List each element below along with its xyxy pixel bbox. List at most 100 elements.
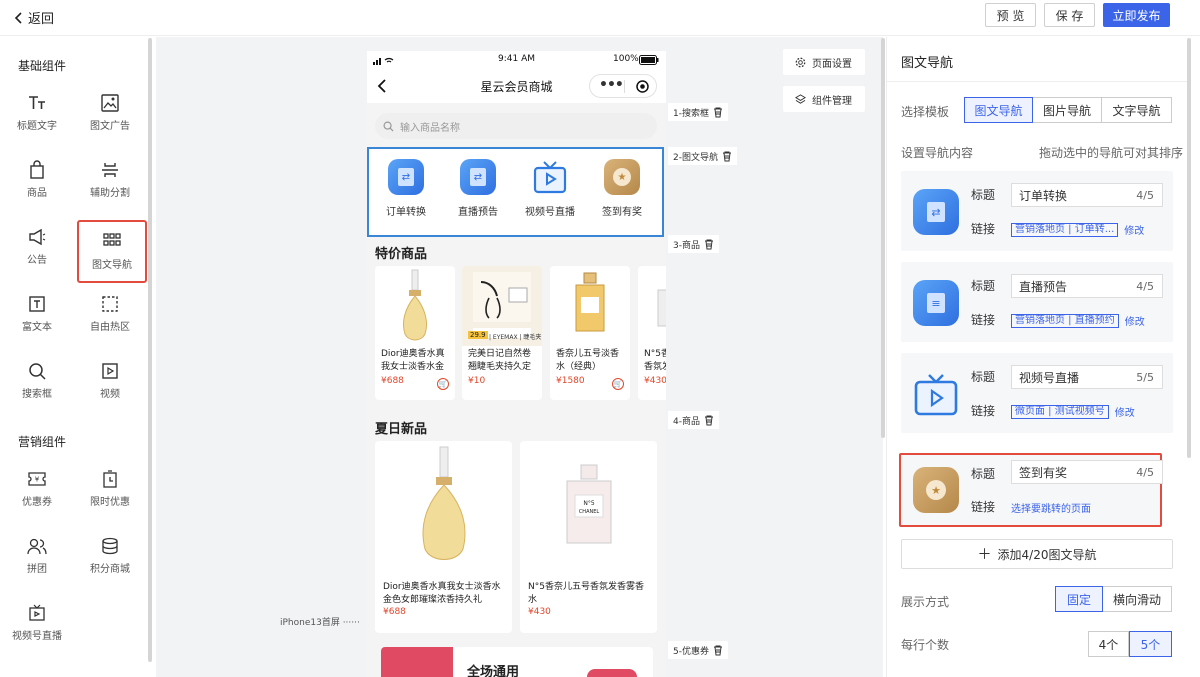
component-label: 标题文字: [17, 121, 57, 132]
canvas-scrollbar[interactable]: [881, 38, 885, 438]
nav-title-value: 订单转换: [1019, 188, 1068, 203]
component-image-ad[interactable]: 图文广告: [75, 83, 145, 145]
component-search-box[interactable]: 搜索框: [2, 351, 72, 413]
block-label-goods-2[interactable]: 4-商品: [668, 411, 719, 429]
trash-icon[interactable]: [704, 415, 714, 426]
link-key: 链接: [971, 404, 996, 418]
svg-text:N°5: N°5: [583, 500, 594, 507]
block-label-search[interactable]: 1-搜索框: [668, 103, 728, 121]
link-tag[interactable]: 营销落地页 | 直播预约: [1011, 313, 1119, 328]
component-coupon[interactable]: ¥ 优惠券: [2, 459, 72, 521]
top-bar: 返回 预 览 保 存 立即发布: [0, 0, 1200, 36]
block-label-text: 1-搜索框: [673, 108, 709, 119]
live-preview-icon[interactable]: ≡: [913, 280, 959, 326]
trash-icon[interactable]: [713, 107, 723, 118]
component-limited-offer[interactable]: 限时优惠: [75, 459, 145, 521]
component-points-mall[interactable]: 积分商城: [75, 526, 145, 588]
nav-config-item[interactable]: ≡ 标题 直播预告 4/5 链接 营销落地页 | 直播预约 修改: [901, 262, 1173, 342]
block-label-image-nav[interactable]: 2-图文导航: [668, 147, 737, 165]
product-card[interactable]: N°5香香氛发 ¥430: [638, 266, 666, 400]
component-goods[interactable]: 商品: [2, 150, 72, 212]
nav-config-item[interactable]: 标题 视频号直播 5/5 链接 微页面 | 测试视频号 修改: [901, 353, 1173, 433]
component-manage-button[interactable]: 组件管理: [783, 86, 865, 112]
product-card-large[interactable]: Dior迪奥香水真我女士淡香水金色女郎璀璨浓香持久礼 ¥688: [375, 441, 512, 633]
component-rich-text[interactable]: 富文本: [2, 284, 72, 346]
title-key: 标题: [971, 370, 996, 384]
add-nav-button[interactable]: ＋ 添加4/20图文导航: [901, 539, 1173, 569]
product-card-large[interactable]: N°5 CHANEL N°5香奈儿五号香氛发香雾香水 ¥430: [520, 441, 657, 633]
nav-title-input[interactable]: 视频号直播 5/5: [1011, 365, 1163, 389]
cart-icon[interactable]: 🛒: [437, 378, 449, 390]
trash-icon[interactable]: [713, 645, 723, 656]
nav-title-input[interactable]: 签到有奖 4/5: [1011, 460, 1163, 484]
product-name: 完美日记自然卷翘睫毛夹持久定: [468, 349, 532, 372]
template-option-image-nav[interactable]: 图文导航: [964, 97, 1033, 123]
property-panel: 图文导航 选择模板 图文导航 图片导航 文字导航 设置导航内容 拖动选中的导航可…: [886, 37, 1187, 677]
battery-icon: [639, 55, 659, 65]
template-option-text-nav[interactable]: 文字导航: [1102, 97, 1172, 123]
trash-icon[interactable]: [704, 239, 714, 250]
product-price: ¥430: [528, 607, 551, 617]
product-card[interactable]: 29.9 | EYEMAX | 睫毛夹 完美日记自然卷翘睫毛夹持久定 ¥10: [462, 266, 542, 400]
edit-link[interactable]: 修改: [1124, 222, 1144, 237]
image-nav-block[interactable]: ⇄ 订单转换 ⇄ 直播预告 视频号直播 ★ 签到有奖: [367, 147, 664, 237]
nav-item-video-live[interactable]: 视频号直播: [514, 159, 586, 218]
order-convert-icon[interactable]: ⇄: [913, 189, 959, 235]
back-button[interactable]: 返回: [14, 8, 54, 27]
display-fixed-option[interactable]: 固定: [1055, 586, 1103, 612]
preview-button[interactable]: 预 览: [985, 3, 1036, 27]
coupon-text: 全场通用: [467, 665, 520, 677]
nav-item-label: 直播预告: [458, 207, 498, 218]
summer-section-title: 夏日新品: [375, 422, 428, 437]
perfume-bottle-image: [402, 269, 428, 341]
display-scroll-option[interactable]: 横向滑动: [1103, 586, 1172, 612]
panel-scrollbar[interactable]: [1187, 38, 1191, 458]
tv-icon[interactable]: [913, 371, 959, 417]
choose-page-link[interactable]: 选择要跳转的页面: [1011, 500, 1091, 515]
component-divider[interactable]: 辅助分割: [75, 150, 145, 212]
edit-link[interactable]: 修改: [1115, 404, 1135, 419]
component-title-text[interactable]: 标题文字: [2, 83, 72, 145]
template-option-picture-nav[interactable]: 图片导航: [1033, 97, 1102, 123]
cart-icon[interactable]: 🛒: [612, 378, 624, 390]
block-label-goods[interactable]: 3-商品: [668, 235, 719, 253]
block-label-coupon[interactable]: 5-优惠券: [668, 641, 728, 659]
trash-icon[interactable]: [722, 151, 732, 162]
component-label: 搜索框: [22, 389, 52, 400]
nav-item-checkin[interactable]: ★ 签到有奖: [586, 159, 658, 218]
component-notice[interactable]: 公告: [2, 217, 72, 279]
edit-link[interactable]: 修改: [1125, 313, 1145, 328]
nav-config-item[interactable]: ⇄ 标题 订单转换 4/5 链接 营销落地页 | 订单转... 修改: [901, 171, 1173, 251]
nav-title-input[interactable]: 直播预告 4/5: [1011, 274, 1163, 298]
link-tag[interactable]: 微页面 | 测试视频号: [1011, 404, 1109, 419]
left-scrollbar[interactable]: [148, 38, 152, 662]
nav-item-order[interactable]: ⇄ 订单转换: [370, 159, 442, 218]
coupon-banner[interactable]: 全场通用: [381, 647, 653, 677]
phone-search-bar[interactable]: 输入商品名称: [375, 113, 657, 139]
publish-button[interactable]: 立即发布: [1103, 3, 1170, 27]
nav-item-live-preview[interactable]: ⇄ 直播预告: [442, 159, 514, 218]
per-row-4-option[interactable]: 4个: [1088, 631, 1129, 657]
component-video-live[interactable]: 视频号直播: [2, 593, 72, 655]
component-label: 限时优惠: [90, 497, 130, 508]
link-tag[interactable]: 营销落地页 | 订单转...: [1011, 222, 1119, 237]
svg-text:CHANEL: CHANEL: [578, 509, 599, 515]
component-hotzone[interactable]: 自由热区: [75, 284, 145, 346]
nav-config-item-selected[interactable]: ★ 标题 签到有奖 4/5 链接 选择要跳转的页面: [899, 453, 1163, 527]
capsule-menu[interactable]: •••: [589, 74, 657, 98]
nav-title-value: 直播预告: [1019, 279, 1068, 294]
component-label: 富文本: [22, 322, 52, 333]
link-key: 链接: [971, 313, 996, 327]
save-button[interactable]: 保 存: [1044, 3, 1095, 27]
product-card[interactable]: Dior迪奥香水真我女士淡香水金 ¥688 🛒: [375, 266, 455, 400]
component-image-nav[interactable]: 图文导航: [77, 220, 147, 283]
component-group-buy[interactable]: 拼团: [2, 526, 72, 588]
per-row-5-option[interactable]: 5个: [1129, 631, 1172, 657]
device-first-screen-marker: iPhone13首屏 ······: [280, 618, 360, 628]
product-price: ¥688: [383, 607, 406, 617]
nav-title-input[interactable]: 订单转换 4/5: [1011, 183, 1163, 207]
component-video[interactable]: 视频: [75, 351, 145, 413]
checkin-reward-icon[interactable]: ★: [913, 467, 959, 513]
page-settings-button[interactable]: 页面设置: [783, 49, 865, 75]
product-card[interactable]: 香奈儿五号淡香水（经典） ¥1580 🛒: [550, 266, 630, 400]
